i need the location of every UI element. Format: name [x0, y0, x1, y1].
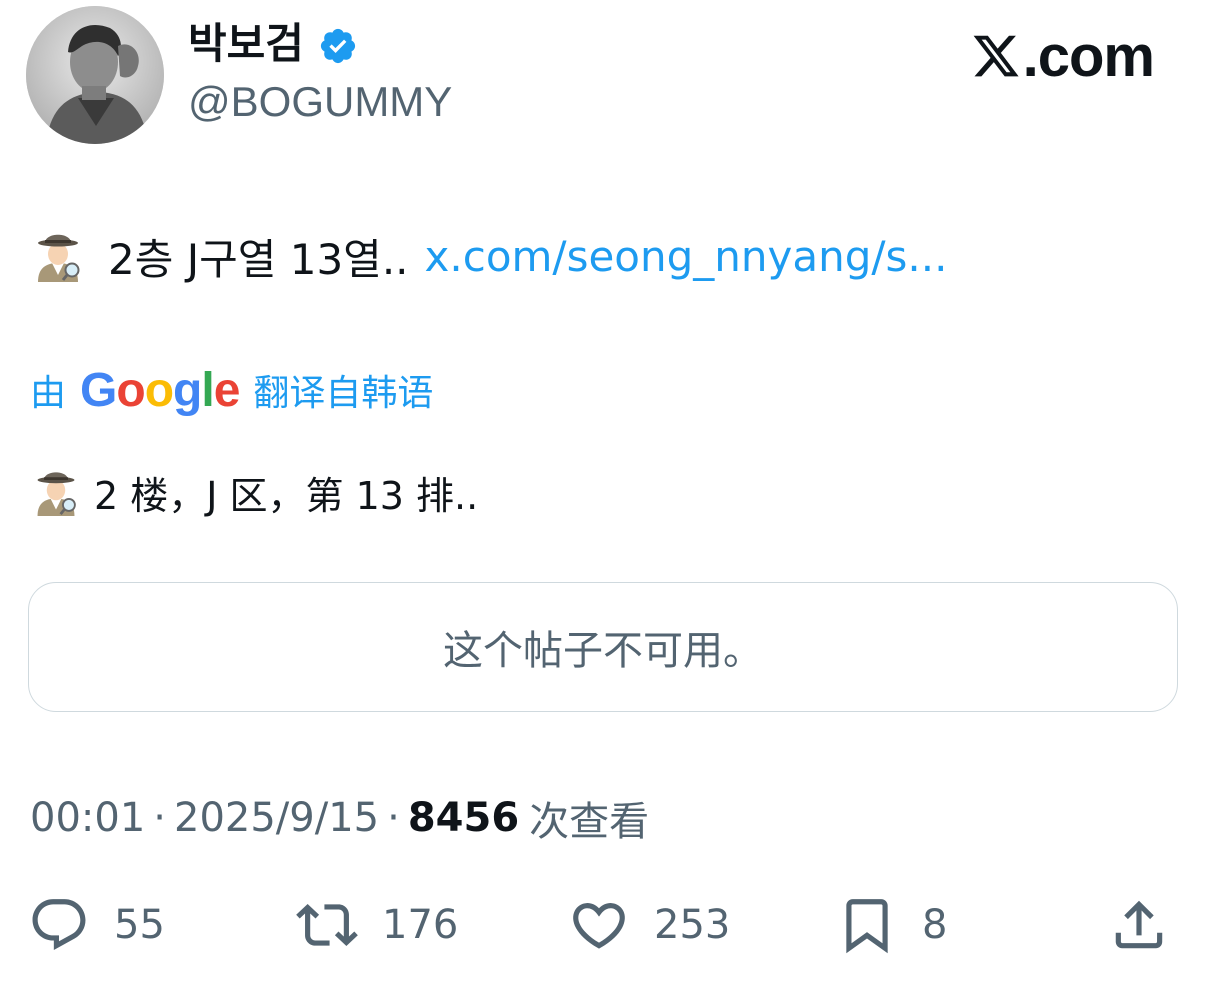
tweet-body: 2층 J구열 13열..: [108, 234, 409, 284]
tweet-screenshot: 박보검 @BOGUMMY .com 2층 J구열 13열.. x.com/seo…: [0, 0, 1206, 992]
like-button[interactable]: 253: [568, 890, 730, 960]
repost-icon: [296, 904, 358, 946]
detective-emoji-icon: [38, 234, 80, 282]
display-name[interactable]: 박보검: [188, 14, 304, 74]
user-handle[interactable]: @BOGUMMY: [188, 76, 452, 128]
bookmark-count: 8: [922, 902, 948, 948]
reply-count: 55: [114, 902, 165, 948]
share-button[interactable]: [1108, 890, 1170, 960]
action-bar: 55 176 253 8: [0, 890, 1206, 960]
post-date[interactable]: 2025/9/15: [174, 795, 379, 841]
detective-emoji-icon: [37, 472, 76, 516]
repost-button[interactable]: 176: [296, 890, 458, 960]
google-logo: Google: [80, 363, 240, 417]
bookmark-button[interactable]: 8: [836, 890, 947, 960]
share-icon: [1115, 900, 1163, 949]
bookmark-icon: [846, 899, 888, 954]
x-logo-icon: [973, 35, 1019, 77]
brand-text: .com: [1022, 23, 1155, 89]
like-count: 253: [654, 902, 731, 948]
avatar-photo: [26, 6, 164, 144]
repost-count: 176: [382, 902, 459, 948]
heart-icon: [573, 903, 625, 949]
post-time[interactable]: 00:01: [30, 795, 145, 841]
tweet-text: 2층 J구열 13열.. x.com/seong_nnyang/s...: [32, 226, 947, 286]
tweet-link[interactable]: x.com/seong_nnyang/s...: [425, 232, 948, 281]
reply-button[interactable]: 55: [28, 890, 165, 960]
translation-attribution[interactable]: 由 Google 翻译自韩语: [30, 360, 433, 420]
unavailable-post-text: 这个帖子不可用。: [443, 628, 763, 674]
unavailable-post-card[interactable]: 这个帖子不可用。: [28, 582, 1178, 712]
meta-separator: ·: [153, 795, 166, 841]
translation-prefix: 由: [30, 373, 67, 414]
reply-icon: [32, 899, 86, 951]
tweet-meta: 00:01 · 2025/9/15 · 8456 次查看: [30, 790, 649, 846]
meta-separator: ·: [387, 795, 400, 841]
brand-watermark: .com: [971, 23, 1155, 89]
translated-text: 2 楼，J 区，第 13 排..: [32, 464, 478, 520]
views-count: 8456: [407, 795, 520, 841]
views-label: 次查看: [529, 799, 650, 845]
avatar[interactable]: [26, 6, 164, 144]
translation-suffix: 翻译自韩语: [253, 373, 434, 414]
translated-body: 2 楼，J 区，第 13 排..: [94, 473, 479, 518]
verified-badge-icon: [320, 28, 356, 64]
